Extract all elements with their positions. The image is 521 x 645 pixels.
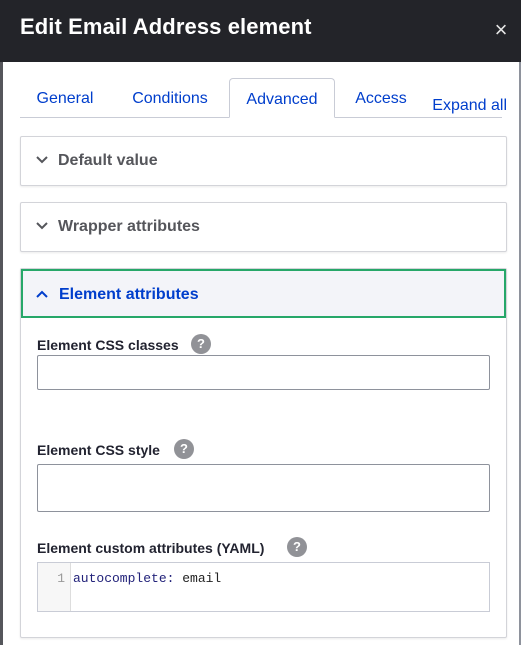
dialog-titlebar: Edit Email Address element ×: [0, 0, 521, 62]
chevron-down-icon: [36, 222, 48, 230]
custom-attributes-label: Element custom attributes (YAML): [37, 540, 265, 556]
line-number: 1: [57, 571, 65, 586]
tab-access[interactable]: Access: [346, 78, 416, 118]
css-style-textarea[interactable]: [37, 464, 490, 512]
dialog-title: Edit Email Address element: [20, 14, 312, 39]
panel-default-value: Default value: [20, 136, 507, 186]
css-style-label: Element CSS style: [37, 442, 160, 458]
yaml-key: autocomplete:: [73, 571, 175, 586]
panel-element-attributes-label: Element attributes: [59, 286, 199, 303]
expand-all-link[interactable]: Expand all: [432, 97, 507, 115]
tab-conditions[interactable]: Conditions: [120, 78, 220, 118]
help-icon[interactable]: ?: [174, 439, 194, 459]
tab-advanced[interactable]: Advanced: [229, 78, 335, 118]
panel-wrapper-attributes: Wrapper attributes: [20, 202, 507, 252]
panel-element-attributes-summary[interactable]: Element attributes: [21, 269, 506, 318]
code-gutter: 1: [38, 563, 71, 611]
close-icon[interactable]: ×: [489, 18, 513, 42]
dialog-left-border: [0, 62, 3, 645]
panel-default-value-label: Default value: [58, 152, 158, 169]
help-icon[interactable]: ?: [287, 537, 307, 557]
custom-attributes-code-editor[interactable]: 1 autocomplete: email: [37, 562, 490, 612]
tab-general[interactable]: General: [20, 78, 110, 118]
css-classes-input[interactable]: [37, 355, 490, 390]
css-classes-label: Element CSS classes: [37, 337, 179, 353]
help-icon[interactable]: ?: [191, 334, 211, 354]
chevron-down-icon: [36, 156, 48, 164]
panel-wrapper-attributes-label: Wrapper attributes: [58, 218, 200, 235]
yaml-value: email: [174, 571, 222, 586]
panel-wrapper-attributes-summary[interactable]: Wrapper attributes: [21, 203, 506, 251]
panel-default-value-summary[interactable]: Default value: [21, 137, 506, 185]
chevron-up-icon: [36, 290, 48, 298]
code-line[interactable]: autocomplete: email: [73, 571, 221, 586]
